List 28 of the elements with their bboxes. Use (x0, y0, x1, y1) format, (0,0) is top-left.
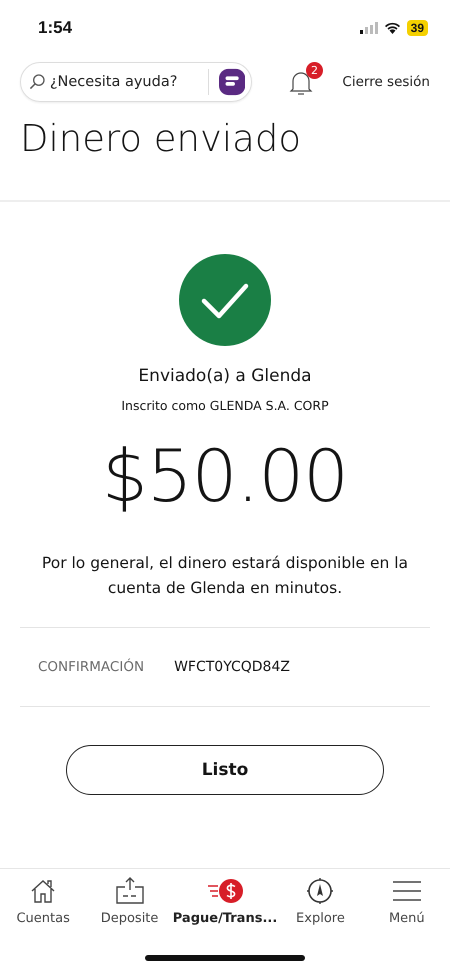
chat-logo-icon[interactable] (218, 68, 245, 96)
nav-tab[interactable]: Deposite (86, 875, 173, 926)
menu-icon (392, 879, 421, 903)
availability-note: Por lo general, el dinero estará disponible en la cuenta de Glenda en minutos. (40, 553, 410, 599)
nav-tab[interactable]: Cuentas (0, 875, 86, 926)
notification-badge: 2 (306, 62, 323, 79)
wifi-icon (384, 22, 401, 34)
status-time: 1:54 (38, 18, 72, 38)
logout-link[interactable]: Cierre sesión (342, 74, 430, 90)
confirmation-label: CONFIRMACIÓN (38, 659, 144, 675)
signal-icon (360, 22, 378, 34)
search-bar[interactable]: ¿Necesita ayuda? (20, 62, 252, 102)
search-icon (29, 73, 46, 91)
nav-tab[interactable]: Menú (364, 875, 450, 926)
page-title: Dinero enviado (20, 116, 302, 162)
checkmark-icon (179, 254, 271, 346)
amount-text: $50.00 (102, 433, 348, 520)
nav-tab[interactable]: Pague/Trans... (172, 875, 278, 926)
done-button[interactable]: Listo (66, 745, 384, 795)
compass-icon (306, 877, 334, 905)
registered-name: Inscrito como GLENDA S.A. CORP (121, 398, 329, 413)
battery-level: 39 (406, 20, 428, 36)
deposit-icon (114, 876, 145, 906)
nav-tab[interactable]: Explore (277, 875, 364, 926)
confirmation-number: WFCT0YCQD84Z (174, 659, 290, 675)
dollar-send-icon (206, 877, 244, 905)
search-field[interactable]: ¿Necesita ayuda? (50, 74, 200, 90)
recipient-text: Enviado(a) a Glenda (138, 366, 312, 386)
